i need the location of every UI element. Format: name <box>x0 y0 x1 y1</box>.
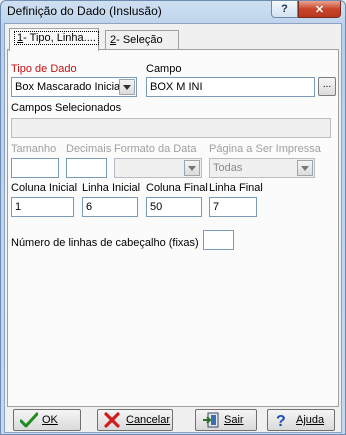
tipo-label: Tipo de Dado <box>11 63 77 75</box>
tab-panel: Tipo de Dado Box Mascarado Inicial Campo… <box>7 49 339 407</box>
help-label: Ajuda <box>296 414 325 426</box>
tab-tipo-label: - Tipo, Linha.... <box>23 32 96 44</box>
tipo-value: Box Mascarado Inicial <box>15 81 123 93</box>
title-bar: Definição do Dado (Inslusão) ? ✕ <box>1 1 345 23</box>
tamanho-field[interactable] <box>11 158 59 178</box>
tab-selecao-label: - Seleção <box>116 34 163 46</box>
campo-field[interactable]: BOX M INI <box>146 77 315 97</box>
header-lines-field[interactable] <box>203 230 234 250</box>
tab-strip: 1- Tipo, Linha.... 2- Seleção <box>7 28 337 51</box>
coluna-final-label: Coluna Final <box>146 182 208 194</box>
header-lines-label: Número de linhas de cabeçalho (fixas) <box>11 237 199 249</box>
linha-final-value: 7 <box>213 201 220 213</box>
campo-browse-button[interactable]: ... <box>318 77 336 96</box>
linha-inicial-value: 6 <box>86 201 93 213</box>
close-icon: ✕ <box>314 3 325 16</box>
window-title: Definição do Dado (Inslusão) <box>7 4 162 18</box>
coluna-final-field[interactable]: 50 <box>146 197 202 217</box>
dialog-window: Definição do Dado (Inslusão) ? ✕ 1- Tipo… <box>0 0 346 435</box>
decimais-field[interactable] <box>66 158 107 178</box>
linha-inicial-field[interactable]: 6 <box>82 197 138 217</box>
campos-selecionados-label: Campos Selecionados <box>11 102 122 114</box>
svg-text:?: ? <box>276 413 286 428</box>
pagina-label: Página a Ser Impressa <box>209 143 321 155</box>
coluna-final-value: 50 <box>150 201 163 213</box>
close-button[interactable]: ✕ <box>298 1 341 18</box>
x-icon <box>104 412 122 428</box>
pagina-value: Todas <box>213 162 243 174</box>
help-title-button[interactable]: ? <box>271 1 298 18</box>
campo-value: BOX M INI <box>150 81 203 93</box>
chevron-down-icon[interactable] <box>184 160 200 176</box>
tamanho-label: Tamanho <box>11 143 57 155</box>
coluna-inicial-value: 1 <box>15 201 22 213</box>
chevron-down-icon[interactable] <box>297 160 313 176</box>
linha-final-field[interactable]: 7 <box>209 197 257 217</box>
formato-label: Formato da Data <box>114 143 197 155</box>
campo-label: Campo <box>146 63 182 75</box>
button-bar: OK Cancelar Sair ? Ajuda <box>7 409 339 432</box>
cancel-button[interactable]: Cancelar <box>97 409 173 431</box>
help-title-glyph: ? <box>281 3 288 15</box>
tab-selecao[interactable]: 2- Seleção <box>105 30 179 50</box>
exit-button[interactable]: Sair <box>195 409 257 431</box>
ok-button[interactable]: OK <box>13 409 81 431</box>
question-icon: ? <box>274 412 292 428</box>
coluna-inicial-field[interactable]: 1 <box>11 197 74 217</box>
help-button[interactable]: ? Ajuda <box>267 409 335 431</box>
linha-inicial-label: Linha Inicial <box>82 182 141 194</box>
dialog-client: 1- Tipo, Linha.... 2- Seleção Tipo de Da… <box>4 23 342 433</box>
exit-door-icon <box>202 412 220 428</box>
cancel-label: Cancelar <box>126 414 171 426</box>
tipo-dropdown[interactable]: Box Mascarado Inicial <box>11 77 137 97</box>
linha-final-label: Linha Final <box>209 182 263 194</box>
check-icon <box>20 412 38 428</box>
coluna-inicial-label: Coluna Inicial <box>11 182 78 194</box>
tab-tipo-linha[interactable]: 1- Tipo, Linha.... <box>9 28 99 51</box>
formato-dropdown[interactable] <box>114 158 202 178</box>
campos-selecionados-field <box>11 118 331 138</box>
ok-label: OK <box>42 414 58 426</box>
decimais-label: Decimais <box>66 143 112 155</box>
chevron-down-icon[interactable] <box>119 79 135 95</box>
exit-label: Sair <box>224 414 244 426</box>
pagina-dropdown[interactable]: Todas <box>209 158 315 178</box>
